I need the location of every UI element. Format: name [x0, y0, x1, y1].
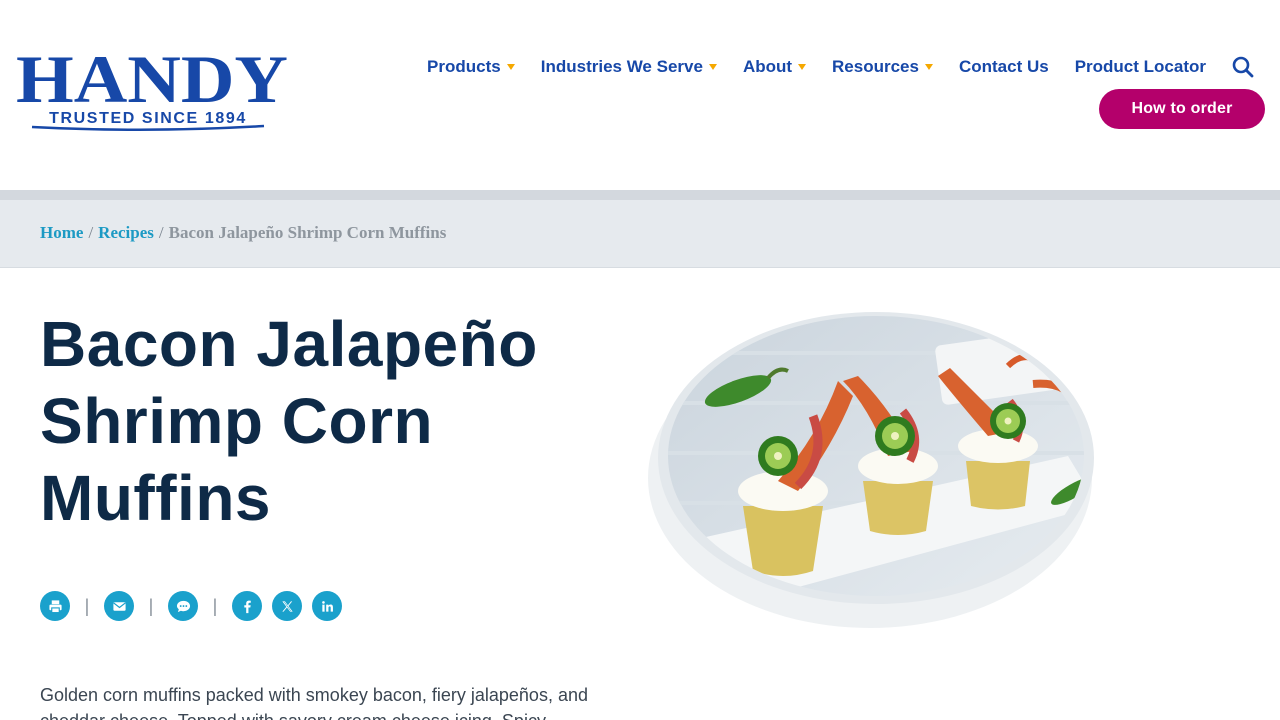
- print-button[interactable]: [40, 591, 70, 621]
- breadcrumb-current: Bacon Jalapeño Shrimp Corn Muffins: [168, 223, 447, 242]
- breadcrumb: Home / Recipes / Bacon Jalapeño Shrimp Corn …: [40, 223, 446, 243]
- share-separator: |: [148, 595, 154, 616]
- chevron-down-icon: [924, 64, 933, 70]
- linkedin-icon: [321, 600, 333, 612]
- recipe-description: Golden corn muffins packed with smokey b…: [40, 685, 588, 720]
- nav-locator-label: Product Locator: [1074, 57, 1206, 76]
- site-header: HANDY TRUSTED SINCE 1894 Products Indust…: [0, 0, 1280, 190]
- nav-contact-label: Contact Us: [958, 57, 1049, 76]
- breadcrumb-home[interactable]: Home: [40, 223, 83, 242]
- nav-about-label: About: [742, 57, 793, 76]
- linkedin-button[interactable]: [312, 591, 342, 621]
- breadcrumb-recipes[interactable]: Recipes: [98, 223, 154, 242]
- breadcrumb-separator: /: [88, 223, 94, 242]
- recipe-photo: [648, 312, 1094, 628]
- chevron-down-icon: [798, 64, 807, 70]
- search-icon: [1232, 56, 1254, 78]
- header-divider: [0, 190, 1280, 200]
- nav-product-locator[interactable]: Product Locator: [1075, 57, 1206, 77]
- svg-text:TRUSTED SINCE 1894: TRUSTED SINCE 1894: [49, 110, 247, 127]
- nav-products[interactable]: Products: [427, 57, 515, 77]
- share-separator: |: [84, 595, 90, 616]
- sms-button[interactable]: [168, 591, 198, 621]
- breadcrumb-bar: Home / Recipes / Bacon Jalapeño Shrimp Corn …: [0, 200, 1280, 268]
- handy-logo[interactable]: HANDY TRUSTED SINCE 1894: [14, 40, 290, 135]
- how-to-order-button[interactable]: How to order: [1099, 89, 1265, 129]
- chevron-down-icon: [708, 64, 717, 70]
- print-icon: [48, 599, 62, 613]
- page-title: Bacon Jalapeño Shrimp Corn Muffins: [40, 308, 538, 534]
- share-separator: |: [212, 595, 218, 616]
- svg-text:HANDY: HANDY: [16, 41, 288, 117]
- nav-industries[interactable]: Industries We Serve: [541, 57, 717, 77]
- facebook-button[interactable]: [232, 591, 262, 621]
- nav-products-label: Products: [427, 57, 501, 76]
- email-icon: [112, 601, 126, 611]
- nav-contact-us[interactable]: Contact Us: [959, 57, 1049, 77]
- main-nav: Products Industries We Serve About Resou…: [401, 52, 1280, 82]
- chevron-down-icon: [506, 64, 515, 70]
- email-button[interactable]: [104, 591, 134, 621]
- nav-about[interactable]: About: [742, 57, 807, 77]
- search-button[interactable]: [1232, 56, 1254, 78]
- x-button[interactable]: [272, 591, 302, 621]
- nav-resources-label: Resources: [832, 57, 919, 76]
- nav-resources[interactable]: Resources: [832, 57, 933, 77]
- facebook-icon: [243, 600, 251, 613]
- nav-industries-label: Industries We Serve: [540, 57, 703, 76]
- x-icon: [281, 600, 293, 612]
- breadcrumb-separator: /: [158, 223, 164, 242]
- share-bar: | | |: [40, 591, 342, 621]
- sms-icon: [176, 600, 190, 612]
